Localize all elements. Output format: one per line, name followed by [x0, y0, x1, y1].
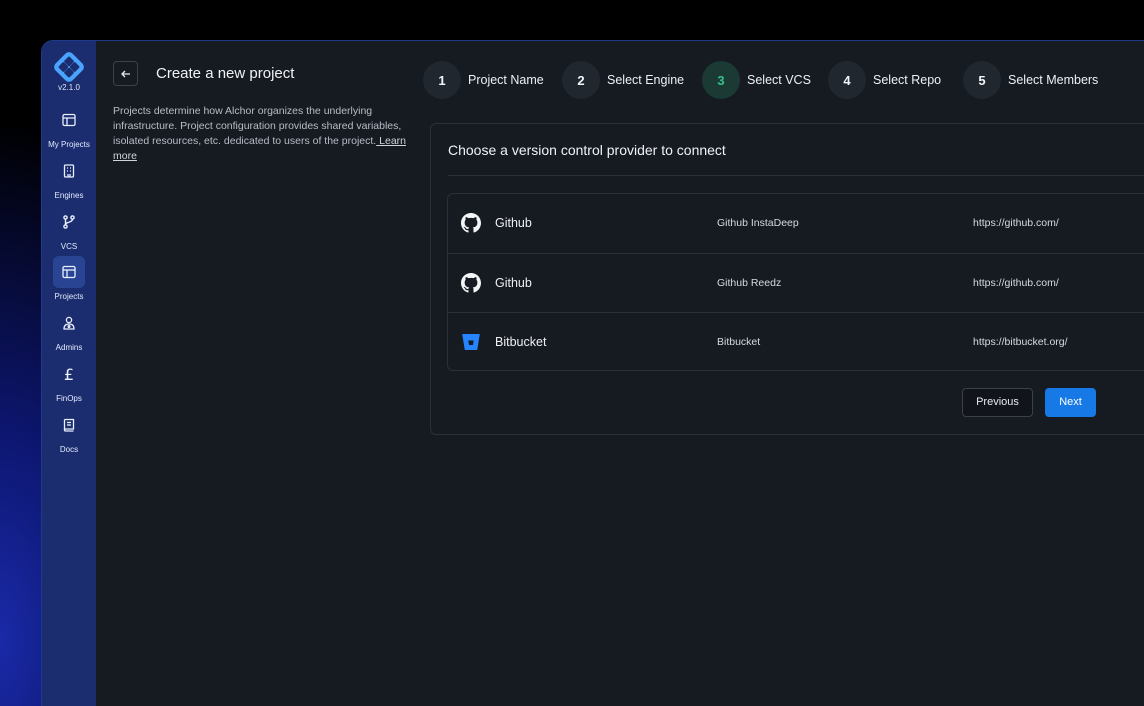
description-text: Projects determine how Alchor organizes … — [113, 105, 402, 147]
step-number: 3 — [702, 61, 740, 99]
provider-name: Bitbucket — [495, 335, 547, 349]
provider-account: Bitbucket — [717, 336, 761, 348]
provider-row[interactable]: Bitbucket Bitbucket https://bitbucket.or… — [448, 312, 1144, 370]
step-number: 4 — [828, 61, 866, 99]
sidebar-item-engines[interactable]: Engines — [42, 155, 96, 203]
sidebar-item-admins[interactable]: Admins — [42, 307, 96, 355]
page-title: Create a new project — [156, 65, 295, 82]
provider-name: Github — [495, 216, 532, 230]
page-description: Projects determine how Alchor organizes … — [113, 104, 413, 164]
step-select-engine[interactable]: 2 Select Engine — [562, 61, 684, 99]
sidebar-item-label: Admins — [55, 343, 83, 352]
git-branch-icon — [53, 206, 85, 238]
github-icon — [461, 213, 481, 233]
layout-icon — [53, 256, 85, 288]
building-icon — [53, 155, 85, 187]
provider-row[interactable]: Github Github Reedz https://github.com/ — [448, 253, 1144, 312]
step-select-vcs[interactable]: 3 Select VCS — [702, 61, 811, 99]
step-number: 5 — [963, 61, 1001, 99]
provider-url: https://bitbucket.org/ — [973, 336, 1068, 348]
provider-account: Github Reedz — [717, 277, 782, 289]
admin-user-icon — [53, 307, 85, 339]
sidebar-item-finops[interactable]: £ FinOps — [42, 358, 96, 406]
github-icon — [461, 273, 481, 293]
step-label: Project Name — [468, 73, 544, 87]
provider-account: Github InstaDeep — [717, 217, 799, 229]
provider-list: Github Github InstaDeep https://github.c… — [447, 193, 1144, 371]
sidebar-item-label: FinOps — [56, 394, 82, 403]
provider-row[interactable]: Github Github InstaDeep https://github.c… — [448, 194, 1144, 253]
version-label: v2.1.0 — [58, 83, 80, 92]
back-button[interactable] — [113, 61, 138, 86]
sidebar-item-label: Projects — [54, 292, 84, 301]
provider-url: https://github.com/ — [973, 277, 1059, 289]
next-button[interactable]: Next — [1045, 388, 1096, 417]
sidebar-item-label: VCS — [60, 242, 78, 251]
step-number: 2 — [562, 61, 600, 99]
sidebar-item-projects[interactable]: Projects — [42, 256, 96, 304]
vcs-provider-card: Choose a version control provider to con… — [430, 123, 1144, 435]
card-title: Choose a version control provider to con… — [448, 142, 726, 158]
sidebar-item-label: Docs — [59, 445, 79, 454]
sidebar-item-label: My Projects — [48, 140, 90, 149]
step-label: Select Repo — [873, 73, 942, 87]
sidebar-item-vcs[interactable]: VCS — [42, 206, 96, 254]
step-number: 1 — [423, 61, 461, 99]
step-select-repo[interactable]: 4 Select Repo — [828, 61, 941, 99]
sidebar-item-label: Engines — [54, 191, 84, 200]
step-label: Select VCS — [747, 73, 811, 87]
pound-icon: £ — [63, 364, 75, 384]
provider-url: https://github.com/ — [973, 217, 1059, 229]
previous-button[interactable]: Previous — [962, 388, 1033, 417]
sidebar: v2.1.0 My Projects Engines VCS Projects … — [42, 41, 96, 706]
logo-icon[interactable] — [54, 52, 84, 82]
main-content: Create a new project Projects determine … — [96, 41, 1144, 706]
divider — [448, 175, 1144, 176]
step-label: Select Members — [1008, 73, 1099, 87]
sidebar-item-my-projects[interactable]: My Projects — [42, 104, 96, 152]
step-select-members[interactable]: 5 Select Members — [963, 61, 1098, 99]
layout-icon — [53, 104, 85, 136]
book-icon — [53, 409, 85, 441]
bitbucket-icon — [461, 332, 481, 352]
sidebar-item-docs[interactable]: Docs — [42, 409, 96, 457]
provider-name: Github — [495, 276, 532, 290]
step-label: Select Engine — [607, 73, 685, 87]
step-project-name[interactable]: 1 Project Name — [423, 61, 544, 99]
arrow-left-icon — [120, 70, 130, 77]
app-window: v2.1.0 My Projects Engines VCS Projects … — [41, 40, 1144, 706]
